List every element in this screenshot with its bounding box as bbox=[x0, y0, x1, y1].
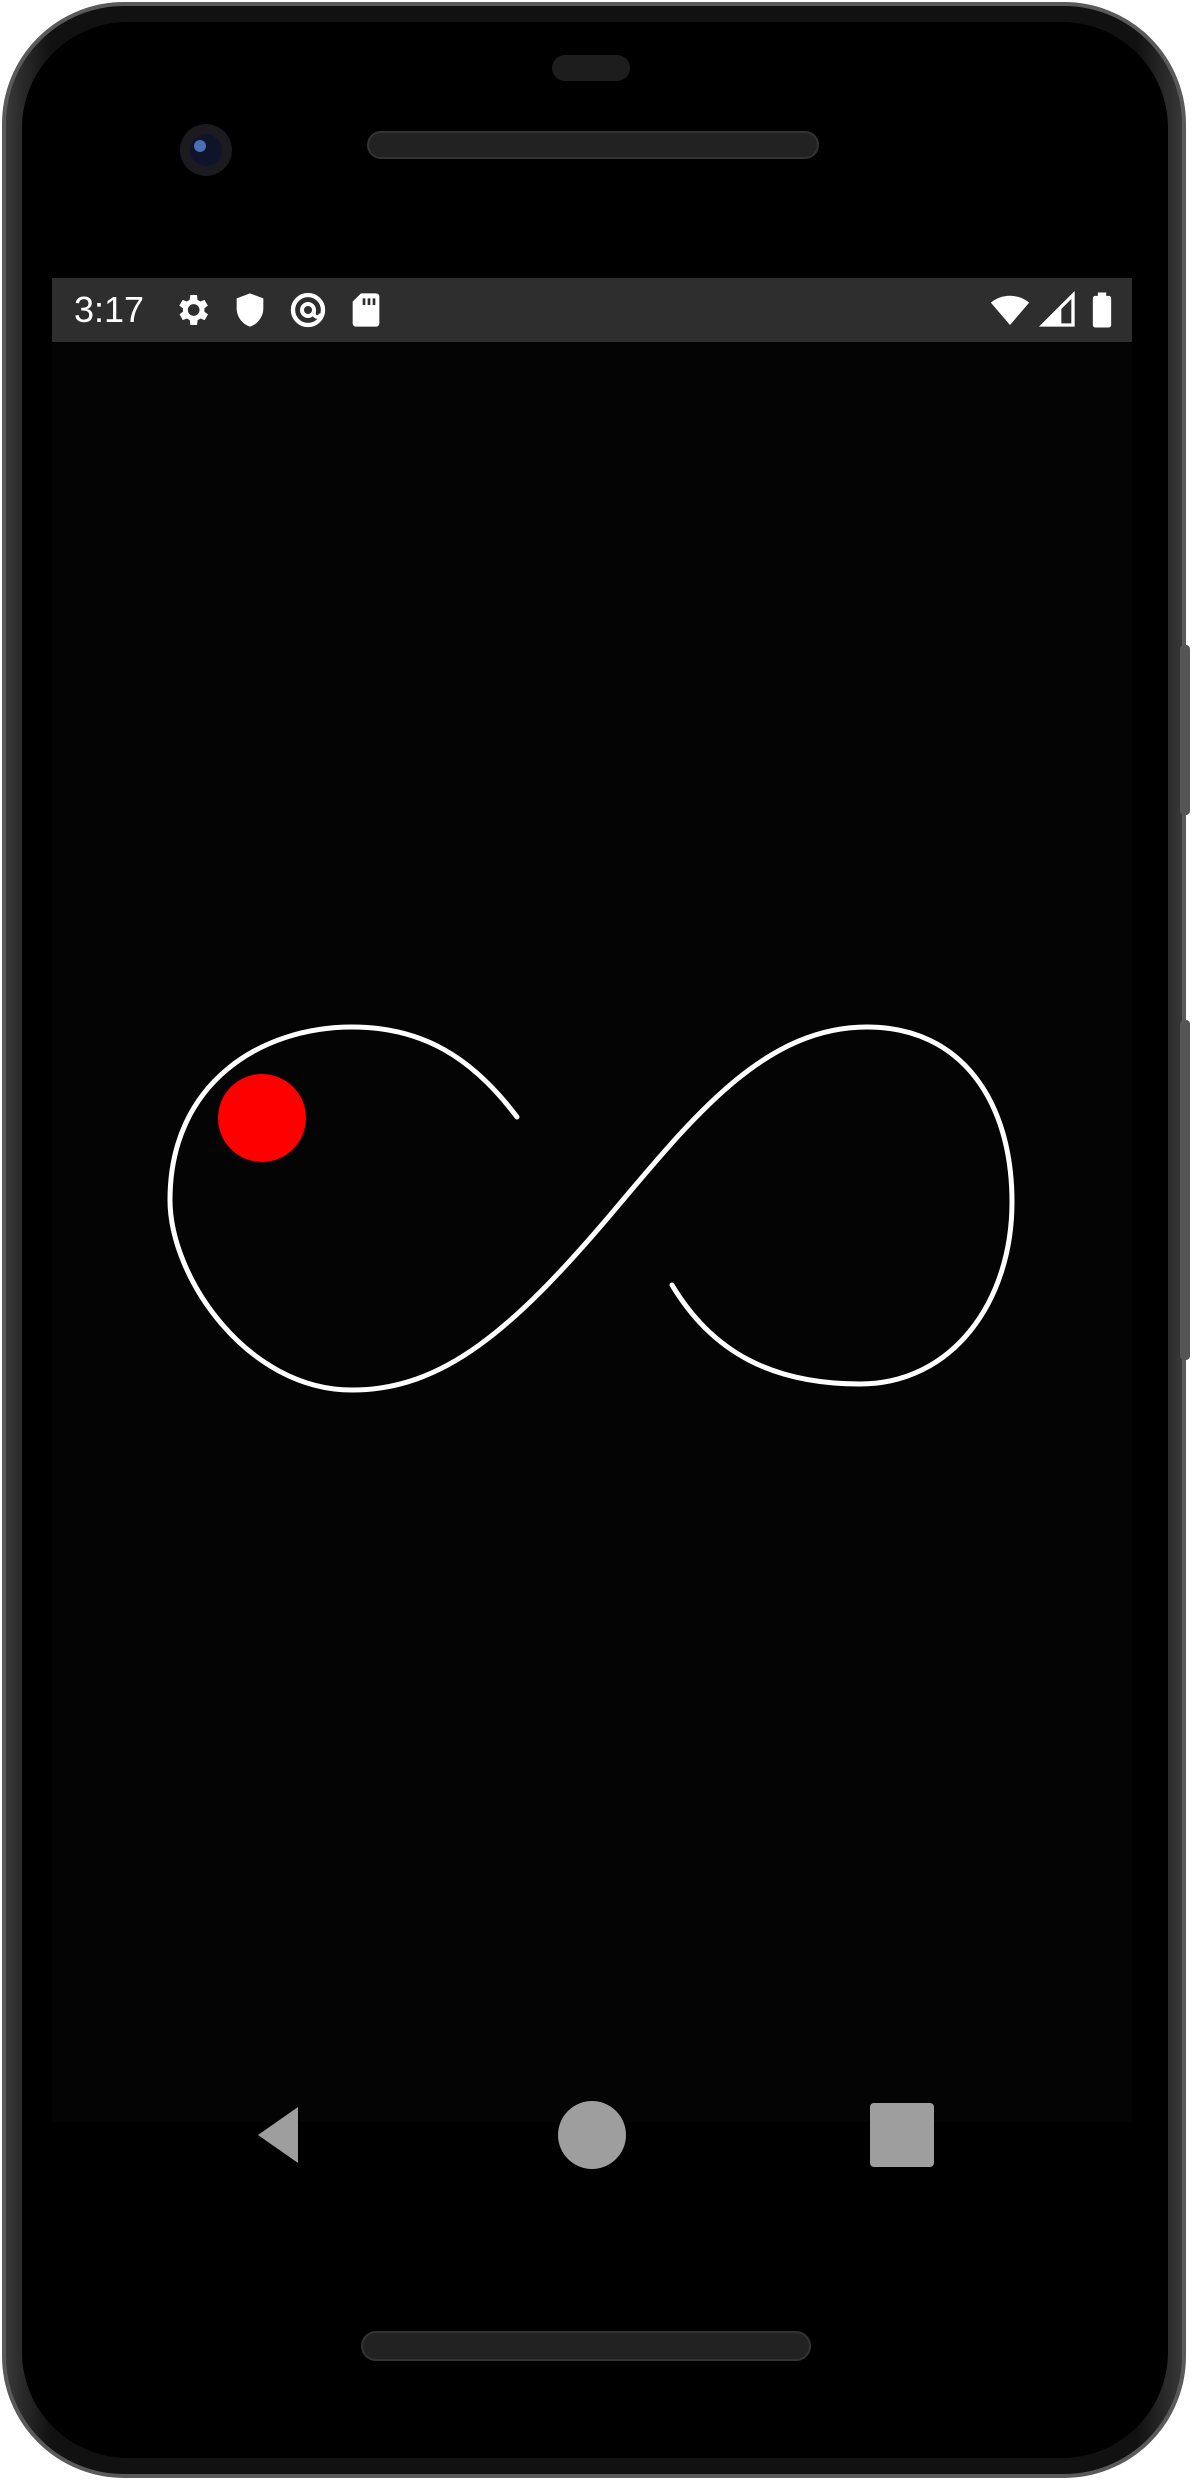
infinity-path bbox=[167, 1024, 1015, 1393]
at-sign-icon bbox=[290, 292, 326, 328]
status-bar: 3:17 bbox=[52, 278, 1132, 342]
front-camera bbox=[180, 124, 232, 176]
status-time: 3:17 bbox=[74, 289, 145, 330]
shield-icon bbox=[236, 293, 264, 327]
top-speaker-grille bbox=[367, 131, 819, 159]
wifi-icon bbox=[990, 295, 1030, 325]
proximity-sensor bbox=[552, 55, 630, 81]
sd-card-icon bbox=[352, 293, 380, 327]
home-icon[interactable] bbox=[552, 2095, 632, 2175]
recents-icon[interactable] bbox=[862, 2095, 942, 2175]
battery-icon bbox=[1092, 292, 1112, 328]
infinity-path-drawing bbox=[167, 1024, 1015, 1393]
ball[interactable] bbox=[218, 1074, 306, 1162]
back-icon[interactable] bbox=[240, 2095, 320, 2175]
bottom-speaker-grille bbox=[361, 2331, 811, 2361]
cellular-signal-icon bbox=[1038, 290, 1075, 327]
app-canvas[interactable] bbox=[52, 342, 1132, 2122]
gear-icon bbox=[179, 295, 208, 325]
navigation-bar bbox=[52, 2050, 1132, 2220]
